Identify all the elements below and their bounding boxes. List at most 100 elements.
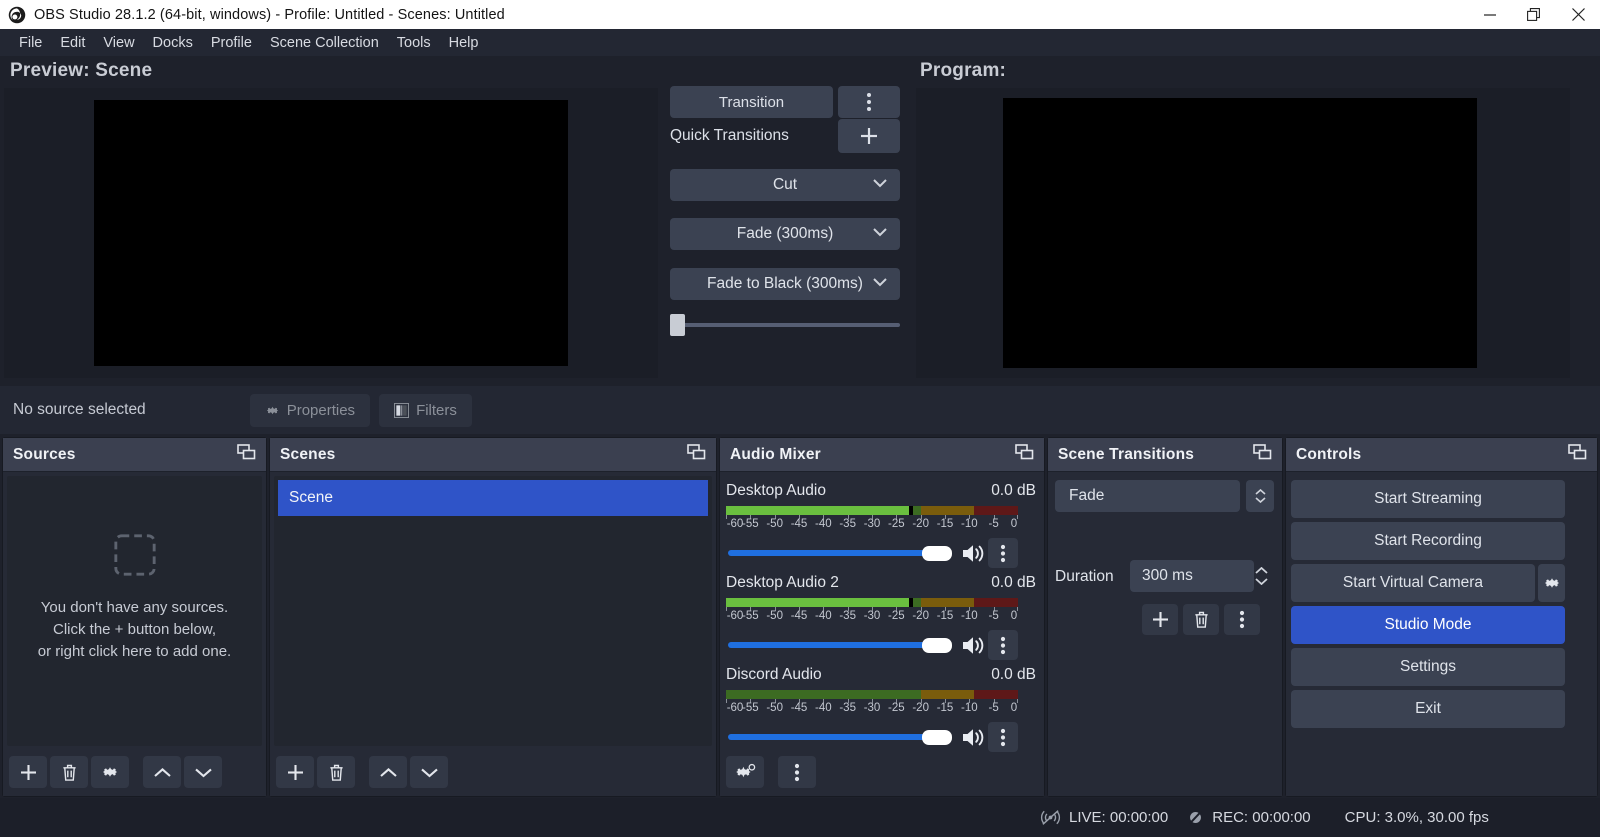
scenes-dock: Scenes Scene	[269, 437, 717, 797]
source-properties-strip: No source selected Properties Filters	[0, 386, 1600, 434]
t-bar-slider[interactable]	[670, 314, 900, 336]
add-scene-button[interactable]	[276, 756, 314, 788]
meter-band	[974, 690, 1018, 699]
duration-input[interactable]: 300 ms	[1130, 560, 1254, 592]
meter-band	[921, 690, 975, 699]
quick-transition-fade-to-black[interactable]: Fade to Black (300ms)	[670, 268, 900, 300]
mixer-toolbar	[726, 756, 816, 788]
audio-mixer-dock-header: Audio Mixer	[720, 438, 1044, 472]
chevron-down-icon	[873, 228, 887, 237]
preview-pane[interactable]	[4, 88, 658, 378]
volume-slider-fill[interactable]	[728, 550, 933, 556]
transition-select[interactable]: Fade	[1055, 480, 1240, 512]
gear-icon	[1543, 574, 1561, 592]
quick-transition-fade[interactable]: Fade (300ms)	[670, 218, 900, 250]
remove-source-button[interactable]	[50, 756, 88, 788]
restore-button[interactable]	[1512, 0, 1556, 29]
program-canvas[interactable]	[1003, 98, 1477, 368]
virtual-camera-settings-button[interactable]	[1538, 564, 1565, 602]
scale-tick-label: -20	[912, 610, 929, 622]
undock-icon[interactable]	[687, 444, 706, 466]
transition-menu-button[interactable]	[838, 86, 900, 118]
quick-transition-cut[interactable]: Cut	[670, 169, 900, 201]
scale-tick-label: -30	[864, 702, 881, 714]
scenes-dock-header: Scenes	[270, 438, 716, 472]
sources-empty-line-1: You don't have any sources.	[3, 597, 266, 619]
program-pane[interactable]	[916, 88, 1570, 378]
add-source-button[interactable]	[9, 756, 47, 788]
volume-slider-fill[interactable]	[728, 642, 933, 648]
chevron-up-icon	[379, 767, 398, 778]
sources-dock: Sources You don't have any sources. Clic…	[2, 437, 267, 797]
source-properties-button[interactable]	[91, 756, 129, 788]
mute-toggle-button[interactable]	[961, 542, 989, 565]
undock-icon[interactable]	[1253, 444, 1272, 466]
chevron-down-icon[interactable]	[1255, 578, 1268, 585]
chevron-up-icon[interactable]	[1255, 567, 1268, 574]
start-streaming-button[interactable]: Start Streaming	[1291, 480, 1565, 518]
volume-slider-fill[interactable]	[728, 734, 933, 740]
menu-item-view[interactable]: View	[94, 31, 143, 55]
undock-icon[interactable]	[237, 444, 256, 466]
undock-icon[interactable]	[1015, 444, 1034, 466]
scenes-dock-body[interactable]: Scene	[270, 472, 716, 796]
scene-transitions-toolbar	[1142, 604, 1260, 635]
move-source-up-button[interactable]	[143, 756, 181, 788]
mixer-channel-menu-button[interactable]	[988, 630, 1018, 660]
volume-slider-handle[interactable]	[922, 546, 952, 561]
unknown-source-icon	[112, 532, 158, 578]
move-source-down-button[interactable]	[184, 756, 222, 788]
properties-button[interactable]: Properties	[250, 394, 370, 427]
mute-toggle-button[interactable]	[961, 634, 989, 657]
remove-scene-button[interactable]	[317, 756, 355, 788]
undock-icon[interactable]	[1568, 444, 1587, 466]
t-bar-handle[interactable]	[670, 314, 685, 336]
menu-item-scene-collection[interactable]: Scene Collection	[261, 31, 388, 55]
start-virtual-camera-button[interactable]: Start Virtual Camera	[1291, 564, 1535, 602]
scale-tick-label: -50	[766, 518, 783, 530]
minimize-button[interactable]	[1468, 0, 1512, 29]
settings-button[interactable]: Settings	[1291, 648, 1565, 686]
menu-item-docks[interactable]: Docks	[144, 31, 202, 55]
add-transition-button[interactable]	[1142, 604, 1178, 635]
menu-item-help[interactable]: Help	[440, 31, 488, 55]
meter-band	[974, 506, 1018, 515]
advanced-audio-properties-button[interactable]	[726, 756, 764, 788]
volume-slider-handle[interactable]	[922, 638, 952, 653]
remove-transition-button[interactable]	[1183, 604, 1219, 635]
menu-item-edit[interactable]: Edit	[51, 31, 94, 55]
exit-button[interactable]: Exit	[1291, 690, 1565, 728]
scenes-dock-title: Scenes	[280, 446, 336, 464]
menu-item-tools[interactable]: Tools	[388, 31, 440, 55]
scale-tick-label: -25	[888, 702, 905, 714]
mute-toggle-button[interactable]	[961, 726, 989, 749]
controls-dock: Controls Start StreamingStart RecordingS…	[1285, 437, 1598, 797]
audio-mixer-dock-body[interactable]: Desktop Audio0.0 dB-60-55-50-45-40-35-30…	[720, 472, 1044, 796]
scale-tick-label: -35	[839, 702, 856, 714]
scene-list-item[interactable]: Scene	[278, 480, 708, 516]
preview-canvas[interactable]	[94, 100, 568, 366]
menu-item-file[interactable]: File	[10, 31, 51, 55]
transition-button[interactable]: Transition	[670, 86, 833, 118]
duration-spinner[interactable]	[1248, 560, 1274, 592]
mixer-channel-menu-button[interactable]	[988, 722, 1018, 752]
scenes-toolbar	[276, 756, 448, 788]
close-button[interactable]	[1556, 0, 1600, 29]
meter-level	[726, 506, 909, 515]
volume-slider-handle[interactable]	[922, 730, 952, 745]
mixer-menu-button[interactable]	[778, 756, 816, 788]
meter-peak-marker	[909, 506, 913, 515]
studio-mode-button[interactable]: Studio Mode	[1291, 606, 1565, 644]
transition-properties-button[interactable]	[1224, 604, 1260, 635]
menu-item-profile[interactable]: Profile	[202, 31, 261, 55]
filters-button[interactable]: Filters	[379, 394, 472, 427]
move-scene-down-button[interactable]	[410, 756, 448, 788]
move-scene-up-button[interactable]	[369, 756, 407, 788]
sources-dock-body[interactable]: You don't have any sources. Click the + …	[3, 472, 266, 796]
add-quick-transition-button[interactable]	[838, 119, 900, 153]
docks-row: Sources You don't have any sources. Clic…	[0, 437, 1600, 797]
mixer-channel-menu-button[interactable]	[988, 538, 1018, 568]
transition-select-spinner[interactable]	[1246, 480, 1274, 512]
start-recording-button[interactable]: Start Recording	[1291, 522, 1565, 560]
scenes-list[interactable]: Scene	[274, 476, 712, 746]
